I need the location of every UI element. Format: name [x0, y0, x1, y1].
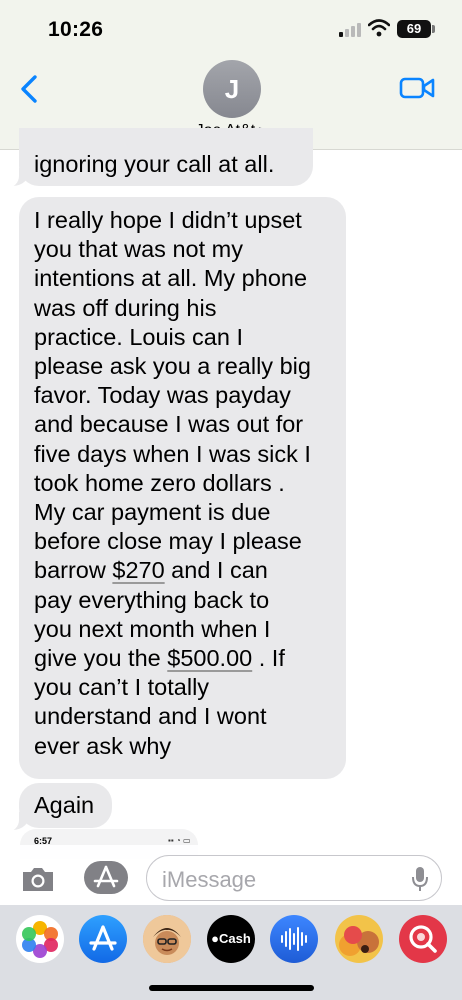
message-line: ignoring your call at all. [34, 151, 275, 177]
back-chevron-icon[interactable] [16, 72, 44, 106]
memoji-stickers-icon[interactable] [335, 915, 383, 963]
status-time: 10:26 [48, 18, 104, 41]
facetime-video-icon[interactable] [399, 75, 435, 101]
amount-link[interactable]: $270 [112, 557, 164, 583]
microphone-icon[interactable] [411, 866, 429, 892]
message-bubble-2[interactable]: I really hope I didn’t upset you that wa… [19, 197, 346, 779]
images-search-icon[interactable] [399, 915, 447, 963]
message-input[interactable]: iMessage [146, 855, 442, 901]
message-line-with-link[interactable]: give you the $500.00 . If [34, 644, 336, 673]
message-line: you next month when I [34, 615, 271, 642]
app-store-icon[interactable] [79, 915, 127, 963]
apps-button[interactable] [84, 861, 128, 894]
message-bubble-1[interactable]: ignoring your call at all. [19, 128, 313, 186]
compose-bar: iMessage [0, 845, 462, 905]
status-bar: 10:26 69 [0, 0, 462, 56]
app-store-icon [93, 865, 119, 888]
amount-link[interactable]: $500.00 [167, 645, 252, 671]
cellular-signal-icon [339, 22, 363, 37]
message-line: you that was not my [34, 236, 243, 263]
memoji-icon[interactable] [143, 915, 191, 963]
apple-cash-icon[interactable]: ●Cash [207, 915, 255, 963]
message-input-placeholder: iMessage [162, 867, 257, 892]
message-line: you can’t I totally [34, 674, 210, 701]
wifi-icon [368, 19, 390, 37]
message-line: before close may I please [34, 528, 302, 555]
contact-avatar[interactable]: J [203, 60, 261, 118]
apple-logo-glyph: ● [211, 931, 220, 946]
message-line: five days when I was sick I [34, 440, 311, 467]
message-line: was off during his [34, 294, 217, 321]
battery-level: 69 [397, 20, 431, 38]
message-line: Again [34, 792, 95, 818]
battery-tip [432, 25, 435, 33]
message-line-with-link[interactable]: barrow $270 and I can [34, 556, 336, 585]
apple-cash-label: Cash [219, 931, 251, 946]
home-indicator[interactable] [149, 985, 314, 991]
message-line: pay everything back to [34, 586, 270, 613]
message-line: and because I was out for [34, 411, 304, 438]
message-line: took home zero dollars . [34, 469, 285, 496]
photos-icon[interactable] [16, 915, 64, 963]
message-line: intentions at all. My phone [34, 265, 308, 292]
camera-icon[interactable] [20, 865, 56, 893]
message-line: My car payment is due [34, 499, 271, 526]
message-line: understand and I wont [34, 703, 267, 730]
message-line: please ask you a really big [34, 353, 311, 380]
message-line: I really hope I didn’t upset [34, 207, 302, 233]
audio-message-icon[interactable] [270, 915, 318, 963]
attachment-status-icons: ▪▪ ◔ ▭ [168, 836, 191, 845]
message-line: favor. Today was payday [34, 382, 291, 409]
message-line: practice. Louis can I [34, 323, 243, 350]
message-line: ever ask why [34, 732, 172, 759]
message-bubble-3[interactable]: Again [19, 783, 112, 828]
